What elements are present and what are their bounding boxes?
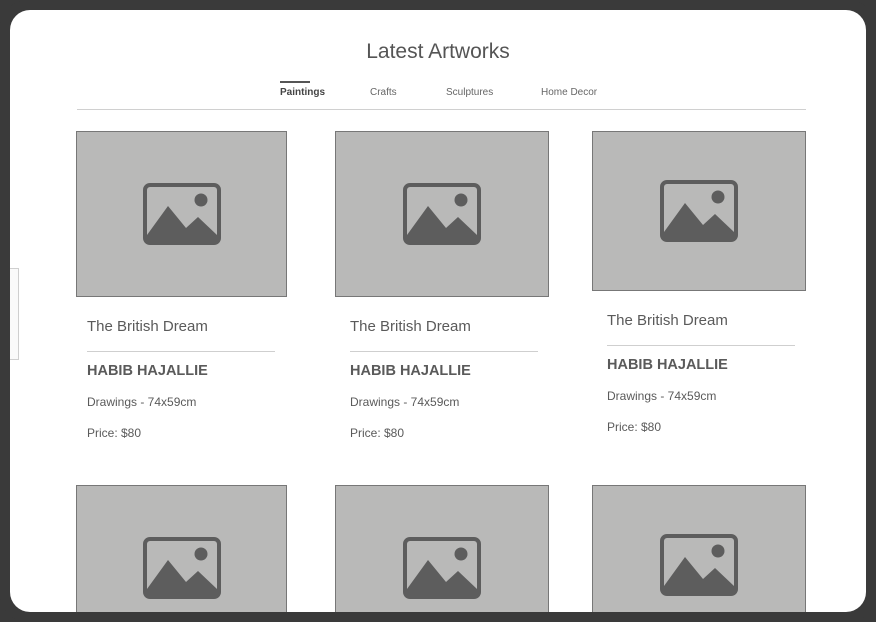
artwork-details: Drawings - 74x59cm (607, 389, 717, 403)
active-tab-indicator (280, 81, 310, 83)
device-frame: Latest Artworks Paintings Crafts Sculptu… (0, 0, 876, 622)
image-placeholder-icon (660, 180, 738, 242)
side-feedback-tab[interactable] (10, 268, 19, 360)
tab-sculptures[interactable]: Sculptures (446, 87, 493, 98)
artwork-price: Price: $80 (350, 426, 405, 440)
artwork-price: Price: $80 (607, 420, 662, 434)
image-placeholder-icon (403, 537, 481, 599)
tab-paintings[interactable]: Paintings (280, 87, 325, 98)
screen: Latest Artworks Paintings Crafts Sculptu… (10, 10, 866, 612)
artist-name: HABIB HAJALLIE (350, 363, 471, 379)
artist-name: HABIB HAJALLIE (87, 363, 208, 379)
artwork-image[interactable] (76, 131, 287, 297)
artwork-image[interactable] (592, 131, 806, 291)
artwork-title[interactable]: The British Dream (350, 318, 471, 335)
artwork-details: Drawings - 74x59cm (87, 395, 197, 409)
artwork-details: Drawings - 74x59cm (350, 395, 460, 409)
card-divider (607, 345, 795, 346)
card-divider (350, 351, 538, 352)
artwork-image[interactable] (76, 485, 287, 612)
tabs-divider (77, 109, 806, 110)
tab-home-decor[interactable]: Home Decor (541, 87, 597, 98)
card-divider (87, 351, 275, 352)
artwork-title[interactable]: The British Dream (87, 318, 208, 335)
image-placeholder-icon (142, 183, 221, 245)
image-placeholder-icon (660, 534, 738, 596)
image-placeholder-icon (142, 537, 221, 599)
artwork-image[interactable] (335, 485, 549, 612)
tab-crafts[interactable]: Crafts (370, 87, 397, 98)
artwork-image[interactable] (335, 131, 549, 297)
image-placeholder-icon (403, 183, 481, 245)
artwork-price: Price: $80 (87, 426, 142, 440)
artwork-title[interactable]: The British Dream (607, 312, 728, 329)
page-title: Latest Artworks (366, 40, 510, 63)
artist-name: HABIB HAJALLIE (607, 357, 728, 373)
artwork-image[interactable] (592, 485, 806, 612)
